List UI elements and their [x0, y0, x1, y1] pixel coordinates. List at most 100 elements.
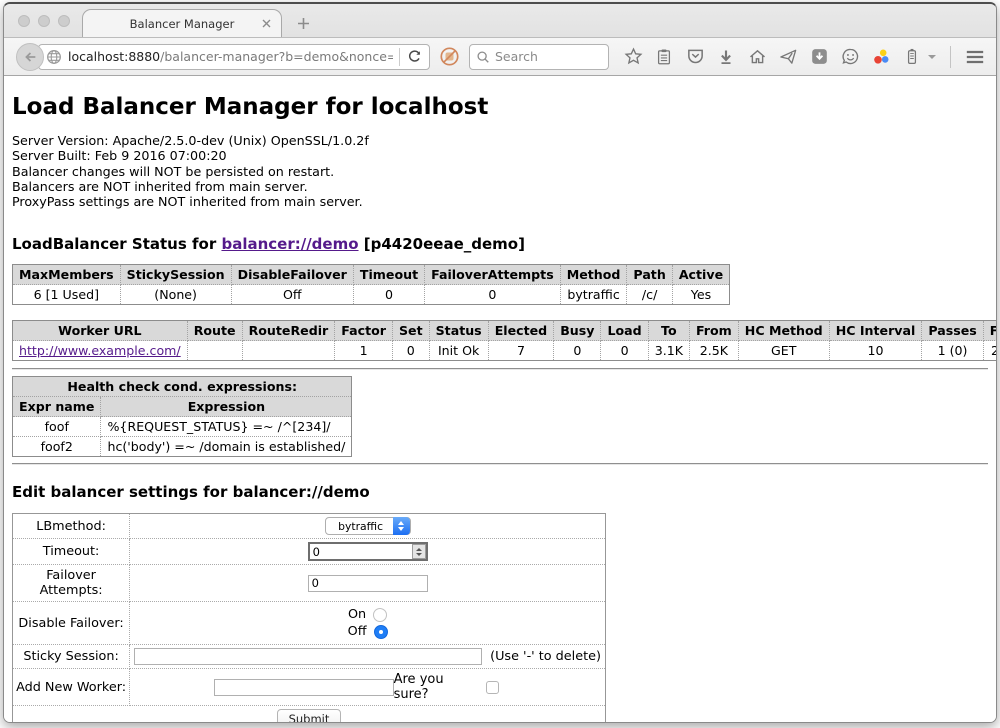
health-header-row: Expr name Expression [13, 397, 352, 417]
bookmark-star-icon[interactable] [623, 47, 643, 67]
cell-fails: 2 (0) [983, 341, 996, 361]
select-stepper-icon [393, 517, 410, 535]
cell-maxmembers: 6 [1 Used] [13, 285, 121, 305]
tab-balancer-manager[interactable]: Balancer Manager [82, 9, 282, 37]
reload-button[interactable] [399, 48, 422, 66]
col-stickysession: StickySession [120, 265, 231, 285]
globe-icon [46, 49, 62, 65]
col-routeredir: RouteRedir [242, 321, 335, 341]
worker-url-link[interactable]: http://www.example.com/ [19, 343, 181, 358]
cell-from: 2.5K [689, 341, 738, 361]
form-row-timeout: Timeout: [13, 539, 606, 565]
health-check-table: Health check cond. expressions: Expr nam… [12, 376, 352, 457]
cell-passes: 1 (0) [922, 341, 983, 361]
new-tab-button[interactable] [296, 16, 311, 31]
cell-timeout: 0 [353, 285, 424, 305]
radio-on-icon[interactable] [373, 608, 387, 622]
persist-note-line: Balancer changes will NOT be persisted o… [12, 164, 988, 179]
col-worker-url: Worker URL [13, 321, 188, 341]
back-icon [22, 49, 38, 65]
battery-dropdown-caret-icon[interactable] [928, 55, 936, 59]
cell-failoverattempts: 0 [425, 285, 561, 305]
col-factor: Factor [335, 321, 393, 341]
col-timeout: Timeout [353, 265, 424, 285]
add-new-worker-input[interactable] [214, 679, 393, 696]
cell-expression: hc('body') =~ /domain is established/ [101, 437, 352, 457]
cell-disablefailover: Off [231, 285, 353, 305]
health-row-foof2: foof2 hc('body') =~ /domain is establish… [13, 437, 352, 457]
reading-list-icon[interactable] [654, 47, 674, 67]
zoom-window-button[interactable] [58, 15, 70, 27]
col-passes: Passes [922, 321, 983, 341]
search-bar[interactable] [469, 44, 609, 70]
col-set: Set [392, 321, 429, 341]
health-row-foof: foof %{REQUEST_STATUS} =~ /^[234]/ [13, 417, 352, 437]
col-busy: Busy [554, 321, 601, 341]
disable-failover-on-option[interactable]: On [348, 607, 387, 622]
col-to: To [648, 321, 689, 341]
timeout-label: Timeout: [13, 539, 130, 565]
balancer-demo-link[interactable]: balancer://demo [221, 235, 358, 253]
timeout-input[interactable] [308, 542, 428, 561]
tab-close-icon[interactable] [261, 18, 272, 29]
status-heading-prefix: LoadBalancer Status for [12, 235, 221, 253]
feedback-smiley-icon[interactable] [840, 47, 860, 67]
col-load: Load [601, 321, 648, 341]
send-icon[interactable] [778, 47, 798, 67]
disable-failover-label: Disable Failover: [13, 602, 130, 645]
disable-failover-off-option[interactable]: Off [348, 624, 388, 639]
col-path: Path [627, 265, 672, 285]
extension-dots-icon[interactable] [871, 47, 891, 67]
cell-expression: %{REQUEST_STATUS} =~ /^[234]/ [101, 417, 352, 437]
failover-attempts-input[interactable] [308, 575, 428, 592]
form-row-submit: Submit [13, 706, 606, 723]
submit-button[interactable]: Submit [277, 709, 342, 723]
back-button[interactable] [16, 43, 44, 71]
col-expression: Expression [101, 397, 352, 417]
status-heading-suffix: [p4420eeae_demo] [359, 235, 525, 253]
cell-method: bytraffic [560, 285, 627, 305]
server-info: Server Version: Apache/2.5.0-dev (Unix) … [12, 133, 988, 209]
balancer-status-table: MaxMembers StickySession DisableFailover… [12, 264, 730, 305]
cell-load: 0 [601, 341, 648, 361]
worker-data-row: http://www.example.com/ 1 0 Init Ok 7 0 … [13, 341, 997, 361]
col-hc-interval: HC Interval [829, 321, 922, 341]
divider [12, 368, 988, 370]
form-row-disable-failover: Disable Failover: On Off [13, 602, 606, 645]
search-input[interactable] [495, 49, 590, 64]
inherit-note-line: Balancers are NOT inherited from main se… [12, 179, 988, 194]
radio-off-icon[interactable] [374, 625, 388, 639]
sticky-session-label: Sticky Session: [13, 645, 130, 669]
worker-table: Worker URL Route RouteRedir Factor Set S… [12, 320, 996, 361]
battery-icon[interactable] [902, 47, 922, 67]
url-bar[interactable]: localhost:8880/balancer-manager?b=demo&n… [38, 44, 430, 70]
tab-bar: Balancer Manager [4, 4, 996, 37]
url-text[interactable]: localhost:8880/balancer-manager?b=demo&n… [68, 49, 393, 64]
url-domain: localhost:8880 [68, 49, 160, 64]
are-you-sure-checkbox[interactable] [486, 681, 499, 694]
lbmethod-select[interactable]: bytraffic [325, 517, 411, 535]
loadbalancer-status-heading: LoadBalancer Status for balancer://demo … [12, 235, 988, 253]
reload-icon [407, 49, 422, 64]
edit-balancer-form: LBmethod: bytraffic Timeout: [12, 513, 606, 723]
minimize-window-button[interactable] [38, 15, 50, 27]
close-window-button[interactable] [18, 15, 30, 27]
lbmethod-label: LBmethod: [13, 514, 130, 539]
toolbar-icons [623, 46, 997, 68]
download-panel-icon[interactable] [809, 47, 829, 67]
col-fails: Fails [983, 321, 996, 341]
home-icon[interactable] [747, 47, 767, 67]
cell-expr-name: foof [13, 417, 101, 437]
menu-icon[interactable] [965, 47, 985, 67]
sticky-session-input[interactable] [134, 648, 482, 665]
notes-icon[interactable] [996, 47, 997, 67]
balancer-data-row: 6 [1 Used] (None) Off 0 0 bytraffic /c/ … [13, 285, 730, 305]
health-title-row: Health check cond. expressions: [13, 377, 352, 397]
edit-settings-heading: Edit balancer settings for balancer://de… [12, 483, 988, 501]
block-icon[interactable] [439, 46, 460, 67]
downloads-arrow-icon[interactable] [716, 47, 736, 67]
col-status: Status [429, 321, 488, 341]
number-spinner-icon[interactable] [412, 544, 426, 559]
url-path: /balancer-manager?b=demo&nonce=decc37be-… [160, 49, 393, 64]
pocket-icon[interactable] [685, 47, 705, 67]
